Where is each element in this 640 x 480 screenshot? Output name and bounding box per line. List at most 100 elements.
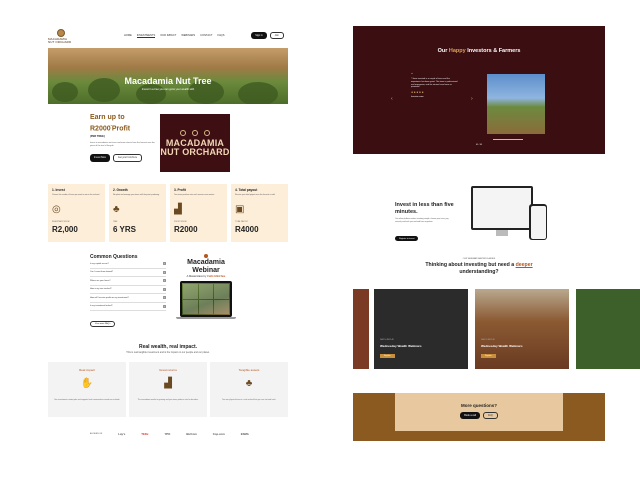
next-arrow-icon[interactable]: › [471, 96, 473, 102]
earn-suffix: Profit [111, 125, 131, 133]
webinar-card-partial[interactable] [576, 289, 640, 369]
phone-mockup [529, 204, 547, 240]
plus-icon: + [163, 262, 166, 266]
invest-now-button[interactable]: Invest Now [90, 154, 110, 162]
masterclass-tag: OUR WEBINAR MASTERCLASSES [462, 258, 496, 260]
gift-icon: ▣ [235, 204, 245, 215]
impact-card: Tangible assets ♣ You own physical trees… [210, 362, 288, 417]
orchard-image-text: MACADAMIA NUT ORCHARD [160, 137, 230, 157]
faq-item[interactable]: Is my capital secure? + [90, 260, 166, 269]
quote-icon: ❝ [411, 72, 413, 76]
nav-link-contact[interactable]: Contact [200, 34, 212, 38]
landing-page-continued: Our Happy Investors & Farmers ‹ ❝ "I hav… [353, 26, 640, 441]
register-invest-button[interactable]: Register to invest [395, 236, 419, 241]
step-card: 1. Invest Choose the number of trees you… [48, 184, 105, 242]
logos-label: AS SEEN ON [90, 433, 103, 435]
earn-body: Invest in macadamia nut trees and earn r… [90, 142, 155, 148]
press-logo: TEDx [141, 432, 149, 436]
nav-link-home[interactable]: Home [124, 34, 132, 38]
carousel-pager: 01 / 05 [475, 144, 483, 146]
plus-icon: + [163, 304, 166, 308]
webinar-title: Macadamia Webinar [187, 259, 225, 274]
step-card: 4. Total payout Receive your total payou… [231, 184, 288, 242]
press-logo: ESMA [240, 432, 249, 436]
step-value: R2000 [174, 225, 198, 234]
book-call-button[interactable]: Book a call [460, 412, 480, 420]
growth-chart-icon: ▟ [164, 378, 172, 389]
faq-item[interactable]: Is my investment locked? + [90, 303, 166, 311]
faq-webinar-section: Common Questions Is my capital secure? + … [48, 254, 288, 334]
earn-per-tree: (PER TREE) [90, 135, 105, 139]
nut-icon [192, 129, 198, 136]
plus-icon: + [163, 279, 166, 283]
step-card: 2. Growth We plant and manage your trees… [109, 184, 166, 242]
faq-item[interactable]: Where are your farms? + [90, 277, 166, 286]
testimonials-section: Our Happy Investors & Farmers ‹ ❝ "I hav… [353, 26, 605, 154]
view-more-faq-button[interactable]: View more FAQ's [90, 321, 116, 327]
nav-link-faqs[interactable]: FAQs [218, 34, 225, 38]
faq-item[interactable]: How is my tree tracked? + [90, 286, 166, 294]
nav-link-impact[interactable]: Our Impact [160, 34, 176, 38]
press-logos: AS SEEN ON Lay's TEDx YPO BizCom Cop.com… [90, 432, 288, 436]
faq-button[interactable]: FAQ [482, 412, 498, 420]
hero-title: Macadamia Nut Tree [124, 76, 212, 86]
nav-links: Home Investments Our Impact Webinars Con… [124, 34, 224, 38]
logo-text: MACADAMIA NUT ORCHARD [48, 36, 72, 44]
farm-photo [487, 74, 545, 134]
quick-invest-title: Invest in less than five minutes. [395, 202, 454, 215]
faq-list: Common Questions Is my capital secure? + … [90, 254, 166, 329]
page: MACADAMIA NUT ORCHARD Home Investments O… [0, 0, 640, 480]
more-questions-section: More questions? Book a call FAQ [353, 393, 605, 441]
prev-arrow-icon[interactable]: ‹ [391, 96, 393, 102]
register-button[interactable]: Register [481, 354, 496, 358]
press-logo: Cop.com [212, 432, 225, 436]
webinar-promo[interactable]: Macadamia Webinar A Masterclass by Colin… [176, 254, 236, 319]
plus-icon: + [163, 287, 166, 291]
earn-section: Earn up to R2000*Profit (PER TREE) Inves… [48, 114, 288, 184]
logo[interactable]: MACADAMIA NUT ORCHARD [48, 28, 74, 44]
nav-link-webinars[interactable]: Webinars [181, 34, 195, 38]
masterclass-section: OUR WEBINAR MASTERCLASSES Thinking about… [353, 258, 605, 275]
webinar-card[interactable]: WATCH REPLAY Wednesday Wealth Webinars R… [374, 289, 468, 369]
quick-invest-desc: Our online platform makes investing simp… [395, 218, 449, 223]
laptop-image [180, 281, 232, 317]
impact-section: Real wealth, real impact. This is real t… [48, 344, 288, 417]
earn-title: Earn up to R2000*Profit [90, 114, 131, 133]
quick-invest-section: Invest in less than five minutes. Our on… [353, 176, 605, 242]
brochure-button[interactable]: Get your brochure [112, 154, 143, 162]
coins-icon: ◎ [52, 204, 61, 215]
plus-icon: + [163, 270, 166, 274]
leaf-icon [204, 129, 210, 136]
hero-banner: Macadamia Nut Tree Invest in a tree you … [48, 48, 288, 104]
webinar-card-partial[interactable] [353, 289, 369, 369]
testimonials-title: Our Happy Investors & Farmers [437, 48, 521, 54]
webinar-card[interactable]: WATCH REPLAY Wednesday Wealth Webinars R… [475, 289, 569, 369]
seedling-icon: ♣ [113, 204, 120, 215]
chart-icon: ▟ [174, 204, 182, 215]
step-card: 3. Profit Your trees produce nuts each s… [170, 184, 227, 242]
webinar-icon [204, 254, 208, 258]
faq-item[interactable]: Can I invest from abroad? + [90, 269, 166, 277]
press-logo: YPO [164, 432, 171, 436]
tree-icon [180, 129, 186, 136]
nav-link-investments[interactable]: Investments [136, 34, 156, 38]
impact-title: Real wealth, real impact. [138, 344, 198, 350]
join-button[interactable]: Join [269, 32, 284, 40]
landing-page: MACADAMIA NUT ORCHARD Home Investments O… [48, 26, 288, 436]
sign-in-button[interactable]: Sign in [251, 32, 267, 40]
step-value: R2,000 [52, 225, 78, 234]
investment-steps: 1. Invest Choose the number of trees you… [48, 184, 288, 242]
press-logo: Lay's [118, 432, 126, 436]
desktop-mockup [471, 186, 533, 230]
macadamia-nut-icon [57, 28, 65, 37]
impact-card: Great returns ▟ The macadamia market is … [129, 362, 207, 417]
press-logo: BizCom [186, 432, 197, 436]
register-button[interactable]: Register [380, 354, 395, 358]
handshake-icon: ✋ [80, 378, 94, 389]
tree-icon: ♣ [245, 378, 253, 389]
webinar-subtitle: A Masterclass by Colin Ultriches [186, 275, 226, 278]
faq-item[interactable]: How will I receive profits on my investm… [90, 294, 166, 303]
top-nav: MACADAMIA NUT ORCHARD Home Investments O… [48, 26, 288, 46]
impact-subtitle: This is real tangible investment and is … [126, 351, 210, 354]
earn-amount: R2000 [90, 125, 111, 133]
